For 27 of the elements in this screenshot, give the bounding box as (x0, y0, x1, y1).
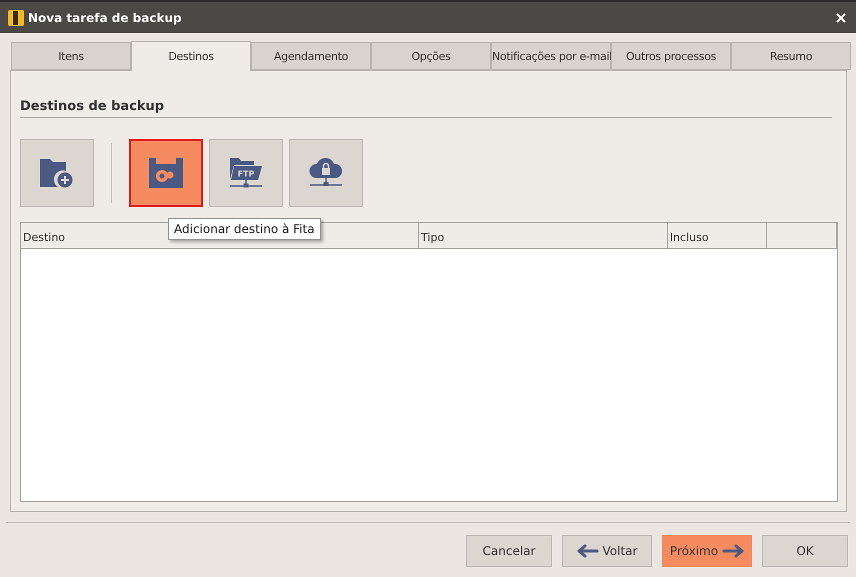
footer-button[interactable]: Cancelar (466, 535, 552, 567)
tab[interactable]: Opções (371, 42, 491, 70)
right-arrow-icon (722, 544, 744, 558)
column-header[interactable]: Tipo (419, 223, 668, 248)
close-icon (834, 10, 848, 24)
tab[interactable]: Resumo (731, 42, 851, 70)
window-title: Nova tarefa de backup (28, 10, 183, 24)
app-logo-icon (8, 10, 24, 26)
cloud-lock-icon (308, 157, 344, 189)
footer-button[interactable]: Próximo (662, 535, 752, 567)
section-title: Destinos de backup (20, 99, 832, 118)
tab[interactable]: Destinos (131, 41, 251, 71)
close-button[interactable] (834, 10, 848, 24)
footer-button[interactable]: Voltar (562, 535, 652, 567)
footer-button[interactable]: OK (762, 535, 848, 567)
tab[interactable]: Itens (11, 42, 131, 70)
tooltip: Adicionar destino à Fita (168, 218, 321, 240)
tab[interactable]: Agendamento (251, 42, 371, 70)
tab[interactable]: Outros processos (611, 42, 731, 70)
left-arrow-icon (576, 544, 599, 558)
tape-icon (149, 158, 183, 188)
destination-tool-button[interactable] (289, 139, 363, 207)
destination-tool-button[interactable] (20, 139, 94, 207)
destination-tool-button[interactable]: FTP (209, 139, 283, 207)
destination-tool-button[interactable] (129, 139, 203, 207)
folder-add-icon (40, 157, 74, 189)
column-header[interactable]: Incluso (668, 223, 768, 248)
